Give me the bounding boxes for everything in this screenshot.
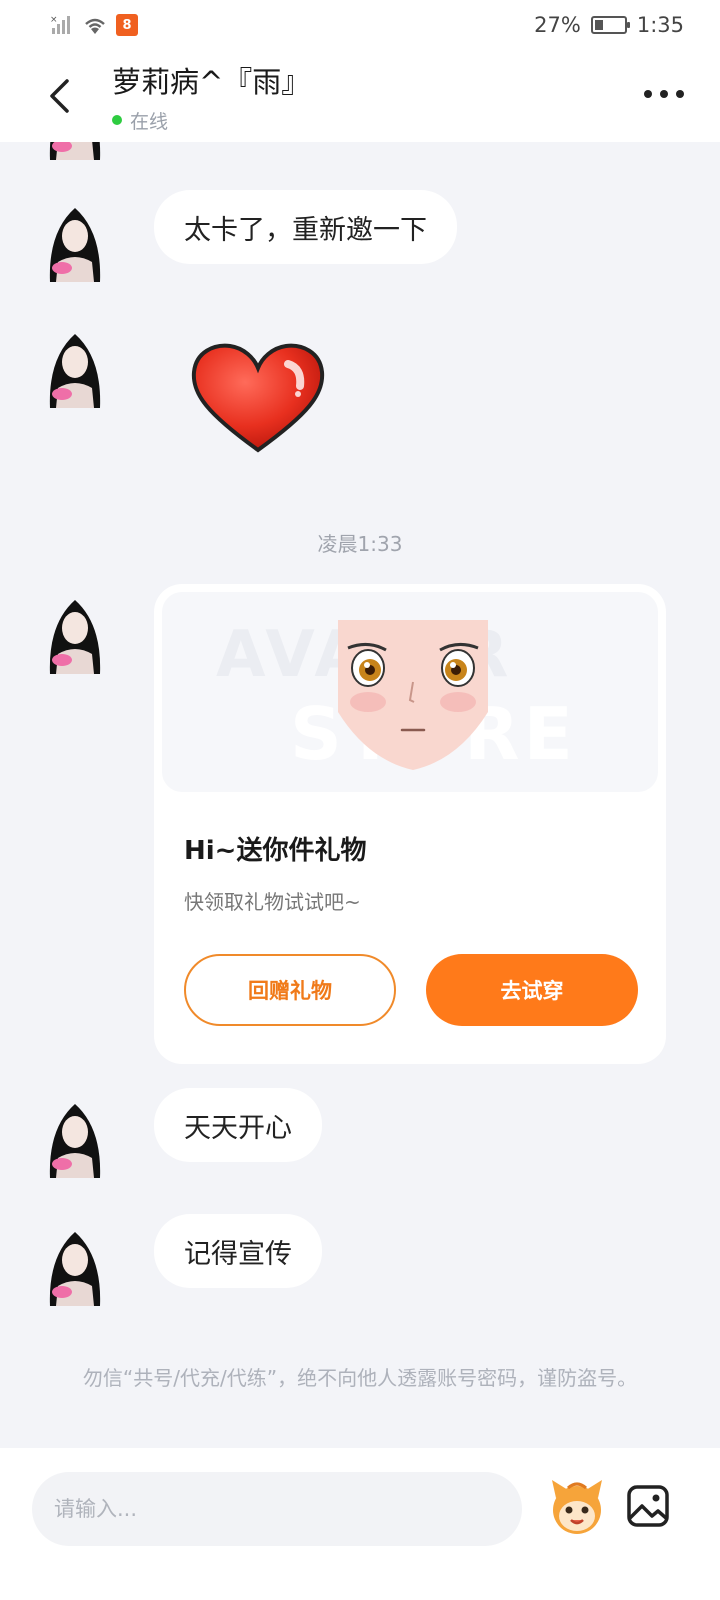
- battery-icon: [590, 16, 630, 34]
- online-status: 在线: [112, 107, 310, 134]
- heart-icon: [191, 343, 325, 453]
- sticker-button[interactable]: [548, 1476, 606, 1536]
- title-block: 萝莉病^『雨』 在线: [112, 59, 310, 134]
- message-bubble[interactable]: 太卡了，重新邀一下: [154, 190, 457, 264]
- avatar[interactable]: [40, 202, 110, 282]
- signal-icon: ×: [50, 15, 70, 34]
- clock: 1:35: [636, 13, 684, 37]
- timestamp: 凌晨1:33: [317, 532, 403, 556]
- chat-area[interactable]: 太卡了，重新邀一下 凌晨1:33 Hi~送你件礼物 快领取礼物试试吧~ 回赠礼物…: [0, 142, 720, 1448]
- status-right: 27% 1:35: [534, 13, 684, 37]
- avatar[interactable]: [40, 1098, 110, 1178]
- avatar-face-preview: [338, 620, 488, 770]
- avatar[interactable]: [40, 594, 110, 674]
- svg-text:×: ×: [50, 15, 58, 25]
- avatar[interactable]: [40, 1226, 110, 1306]
- return-gift-button[interactable]: 回赠礼物: [184, 954, 396, 1026]
- message-text: 记得宣传: [184, 1238, 292, 1270]
- mascot-icon: [552, 1480, 602, 1534]
- gift-title: Hi~送你件礼物: [184, 836, 367, 866]
- message-bubble[interactable]: 记得宣传: [154, 1214, 322, 1288]
- try-on-button[interactable]: 去试穿: [426, 954, 638, 1026]
- online-dot-icon: [112, 115, 122, 125]
- gift-subtitle: 快领取礼物试试吧~: [184, 890, 361, 914]
- back-arrow-icon: [50, 79, 69, 113]
- avatar[interactable]: [40, 142, 110, 160]
- contact-name: 萝莉病^『雨』: [112, 64, 311, 99]
- app-notification-icon: 8: [116, 14, 138, 36]
- chat-header: 萝莉病^『雨』 在线: [0, 50, 720, 142]
- input-bar: [0, 1448, 720, 1600]
- online-status-label: 在线: [130, 110, 169, 133]
- back-button[interactable]: [32, 66, 86, 126]
- status-bar: × 8 27% 1:35: [0, 0, 720, 50]
- heart-sticker[interactable]: [188, 342, 328, 454]
- safety-notice: 勿信“共号/代充/代练”，绝不向他人透露账号密码，谨防盗号。: [82, 1366, 638, 1390]
- battery-percent: 27%: [534, 13, 581, 37]
- dot-icon: [676, 90, 684, 98]
- message-bubble[interactable]: 天天开心: [154, 1088, 322, 1162]
- gift-card[interactable]: AVATAR STORE Hi~送你件礼物 快领取礼物试试吧~: [154, 584, 666, 1064]
- message-text: 天天开心: [184, 1112, 292, 1144]
- avatar[interactable]: [40, 328, 110, 408]
- dot-icon: [660, 90, 668, 98]
- more-options-button[interactable]: [644, 78, 684, 110]
- dot-icon: [644, 90, 652, 98]
- image-button[interactable]: [626, 1484, 670, 1528]
- gift-banner: AVATAR STORE: [162, 592, 658, 792]
- message-input[interactable]: [32, 1472, 522, 1546]
- message-text: 太卡了，重新邀一下: [184, 214, 427, 246]
- status-left: × 8: [50, 14, 138, 36]
- wifi-icon: [85, 18, 105, 34]
- image-icon: [627, 1485, 669, 1527]
